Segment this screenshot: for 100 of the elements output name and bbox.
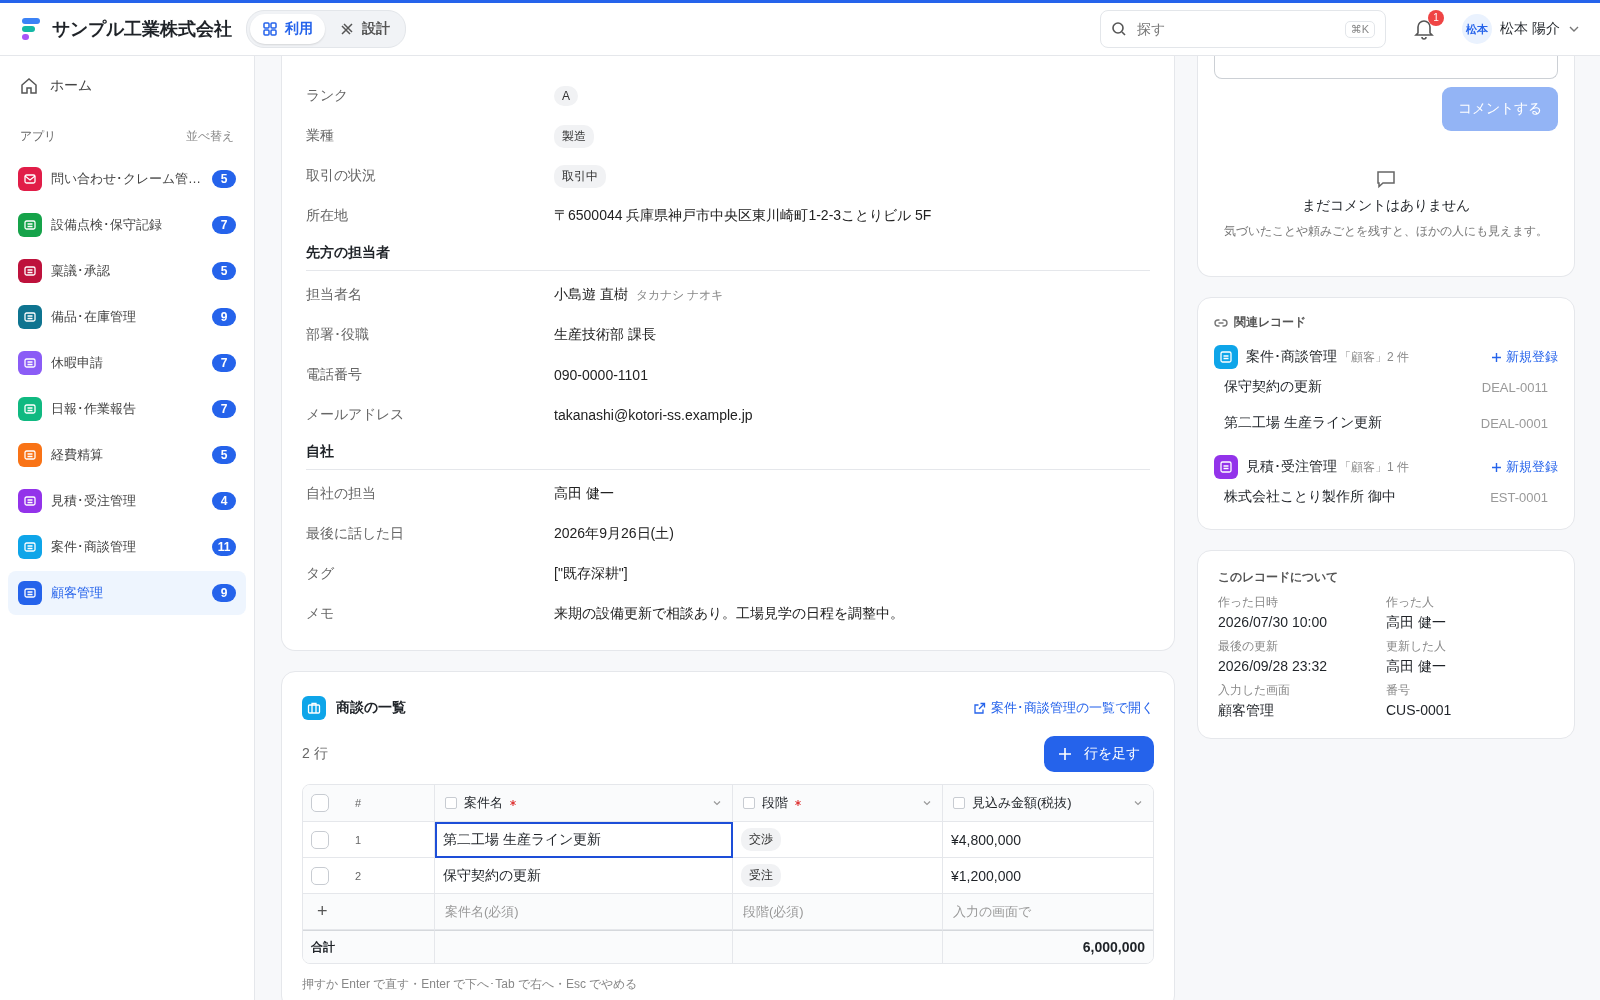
field-value: 高田 健一: [554, 485, 614, 503]
open-list-link[interactable]: 案件･商談管理の一覧で開く: [973, 699, 1154, 717]
related-record[interactable]: 株式会社ことり製作所 御中 EST-0001: [1214, 479, 1558, 515]
sidebar-item[interactable]: 経費精算 5: [8, 433, 246, 477]
info-value: 高田 健一: [1386, 614, 1447, 632]
field-value: 090-0000-1101: [554, 367, 648, 383]
new-record-link[interactable]: 新規登録: [1491, 458, 1558, 476]
sidebar-item[interactable]: 設備点検･保守記録 7: [8, 203, 246, 247]
input-field[interactable]: 段階(必須): [741, 903, 934, 920]
user-menu[interactable]: 松本 松本 陽介: [1462, 14, 1580, 44]
field-tag: A: [554, 86, 578, 106]
info-value: 顧客管理: [1218, 702, 1275, 720]
bell-icon[interactable]: [1414, 18, 1435, 40]
input-field[interactable]: 案件名(必須): [435, 894, 733, 930]
sidebar-item[interactable]: 案件･商談管理 11: [8, 525, 246, 569]
field-value: 来期の設備更新で相談あり。工場見学の日程を調整中。: [554, 605, 904, 623]
grid-icon: [262, 21, 278, 37]
row-count: 2 行: [302, 745, 328, 763]
speech-bubble-icon: [1376, 169, 1396, 189]
info-label: 作った日時: [1218, 594, 1279, 611]
field-label: 電話番号: [306, 366, 363, 384]
shortcut-hint: ⌘K: [1344, 20, 1376, 38]
field-label: 担当者名: [306, 286, 363, 304]
chevron-down-icon[interactable]: [1133, 798, 1143, 808]
section-label: アプリ: [20, 128, 56, 145]
company-name: サンプル工業株式会社: [52, 18, 232, 41]
field-label: 所在地: [306, 207, 349, 225]
sort-link[interactable]: 並べ替え: [186, 128, 234, 145]
table-cell[interactable]: 第二工場 生産ライン更新: [435, 822, 733, 858]
column-checkbox[interactable]: [743, 797, 755, 809]
field-value: takanashi@kotori-ss.example.jp: [554, 407, 753, 423]
add-row-button[interactable]: 行を足す: [1044, 736, 1154, 772]
sidebar-item[interactable]: 見積･受注管理 4: [8, 479, 246, 523]
column-header[interactable]: 段階: [733, 785, 943, 822]
card-title: このレコードについて: [1218, 569, 1339, 586]
column-checkbox[interactable]: [953, 797, 965, 809]
input-field[interactable]: 入力の画面で: [951, 903, 1145, 920]
count-badge: 7: [212, 216, 236, 234]
mode-tab[interactable]: 利用: [250, 14, 325, 44]
chevron-down-icon[interactable]: [922, 798, 932, 808]
info-value: 高田 健一: [1386, 658, 1447, 676]
count-badge: 7: [212, 400, 236, 418]
search-field[interactable]: 探す ⌘K: [1100, 10, 1387, 48]
row-checkbox[interactable]: [311, 830, 329, 849]
count-badge: 11: [212, 538, 236, 556]
chevron-down-icon[interactable]: [712, 798, 722, 808]
new-record-link[interactable]: 新規登録: [1491, 348, 1558, 366]
sidebar-item[interactable]: 問い合わせ･クレーム管… 5: [8, 157, 246, 201]
name-reading: タカナシ ナオキ: [635, 286, 724, 304]
table-cell[interactable]: ¥4,800,000: [943, 822, 1153, 858]
home-icon: [20, 77, 38, 95]
related-record[interactable]: 保守契約の更新 DEAL-0011: [1214, 369, 1558, 405]
plus-icon: [1058, 747, 1072, 761]
sidebar-item[interactable]: 稟議･承認 5: [8, 249, 246, 293]
group-title: 見積･受注管理: [1246, 458, 1337, 476]
total-value: 6,000,000: [1082, 939, 1145, 955]
field-tag: 取引中: [554, 164, 606, 188]
info-label: 入力した画面: [1218, 682, 1291, 699]
related-record[interactable]: 第二工場 生産ライン更新 DEAL-0001: [1214, 405, 1558, 441]
plus-icon: [1491, 461, 1502, 473]
logo-icon: [20, 17, 42, 41]
section-heading: 先方の担当者: [306, 236, 1150, 271]
column-header: #: [303, 785, 435, 822]
count-badge: 7: [212, 354, 236, 372]
sidebar-item[interactable]: 日報･作業報告 7: [8, 387, 246, 431]
info-label: 更新した人: [1386, 638, 1447, 655]
row-checkbox[interactable]: [311, 866, 329, 885]
group-count: 「顧客」1 件: [1339, 458, 1409, 476]
group-title: 案件･商談管理: [1246, 348, 1337, 366]
input-field[interactable]: 案件名(必須): [443, 903, 724, 920]
count-badge: 5: [212, 262, 236, 280]
mode-tab[interactable]: 設計: [327, 14, 402, 44]
column-header[interactable]: 見込み金額(税抜): [943, 785, 1153, 822]
row-number: 1: [355, 833, 362, 846]
card-title: 関連レコード: [1234, 314, 1306, 331]
empty-title: まだコメントはありません: [1302, 197, 1470, 215]
column-checkbox[interactable]: [445, 797, 457, 809]
home-link[interactable]: ホーム: [8, 74, 246, 98]
search-icon: [1111, 21, 1128, 37]
add-row-icon[interactable]: +: [311, 901, 328, 922]
section-heading: 自社: [306, 435, 1150, 470]
field-value: 生産技術部 課長: [554, 326, 656, 344]
count-badge: 5: [212, 170, 236, 188]
notification-badge: 1: [1428, 10, 1445, 26]
select-all-checkbox[interactable]: [311, 794, 329, 812]
sidebar-item[interactable]: 備品･在庫管理 9: [8, 295, 246, 339]
input-field[interactable]: 段階(必須): [733, 894, 943, 930]
field-value: ["既存深耕"]: [554, 565, 628, 583]
sidebar-item[interactable]: 顧客管理 9: [8, 571, 246, 615]
empty-message: 気づいたことや頼みごとを残すと、ほかの人にも見えます。: [1224, 223, 1548, 240]
input-field[interactable]: 入力の画面で: [943, 894, 1153, 930]
info-label: 番号: [1386, 682, 1411, 699]
column-header[interactable]: 案件名: [435, 785, 733, 822]
count-badge: 9: [212, 308, 236, 326]
field-label: タグ: [306, 565, 335, 583]
field-label: 自社の担当: [306, 485, 377, 503]
tools-icon: [339, 21, 355, 37]
count-badge: 9: [212, 584, 236, 602]
sidebar-item[interactable]: 休暇申請 7: [8, 341, 246, 385]
comment-field[interactable]: [1214, 56, 1558, 79]
